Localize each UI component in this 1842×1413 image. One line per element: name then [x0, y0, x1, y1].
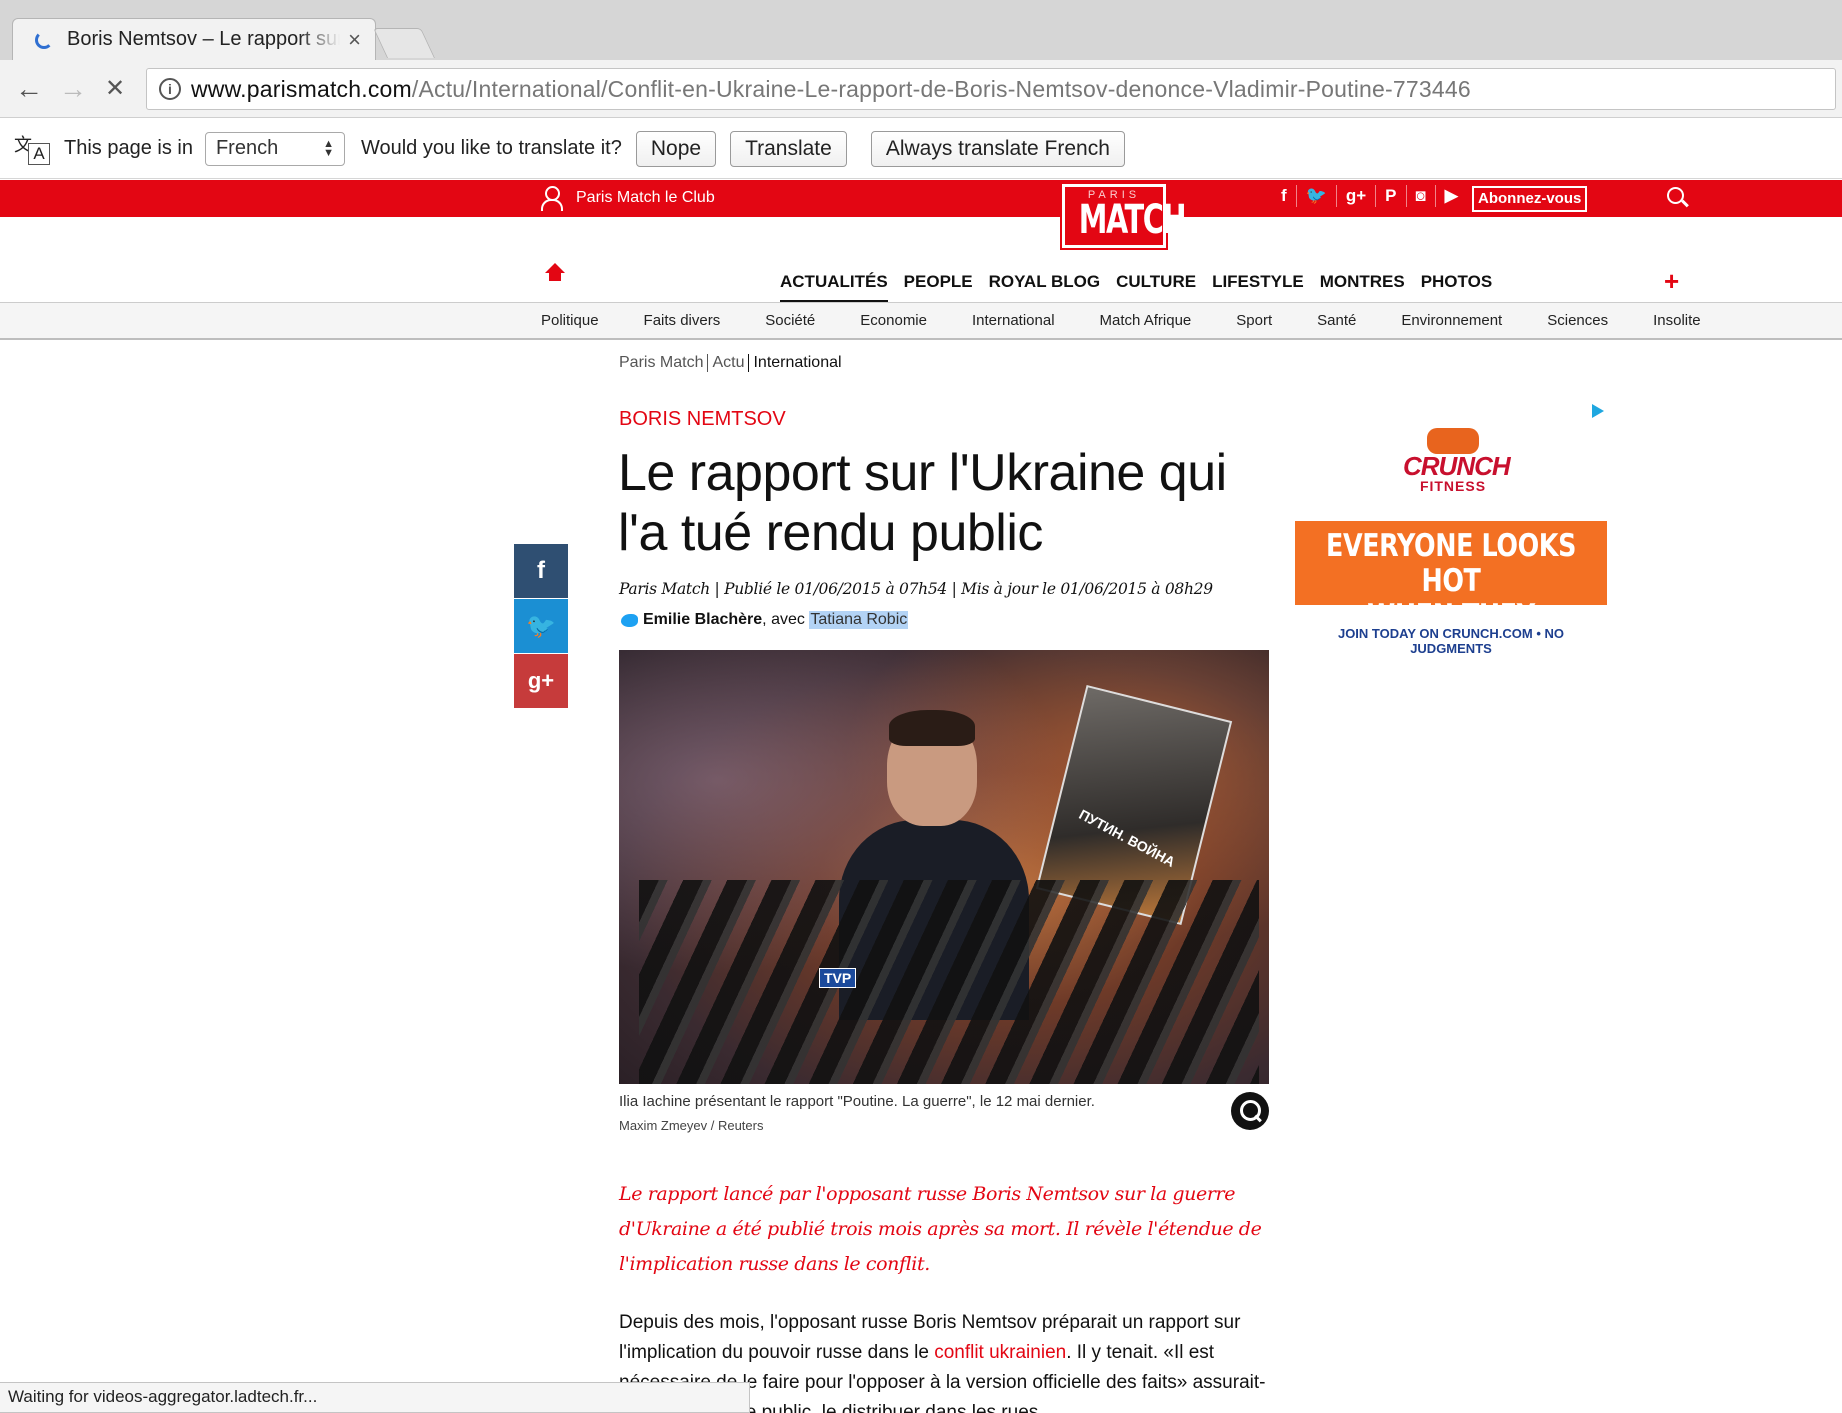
author-link[interactable]: Emilie Blachère: [643, 611, 762, 629]
ad-line-1: EVERYONE LOOKS HOT: [1326, 528, 1576, 599]
nav-item-culture[interactable]: CULTURE: [1116, 272, 1196, 300]
ad-brand: CRUNCH: [1403, 451, 1511, 481]
share-facebook-button[interactable]: f: [514, 544, 568, 598]
subnav-item[interactable]: Environnement: [1401, 312, 1502, 329]
instagram-icon[interactable]: ◙: [1407, 185, 1436, 207]
nav-item-photos[interactable]: PHOTOS: [1421, 272, 1492, 300]
sub-nav: Politique Faits divers Société Economie …: [0, 302, 1842, 340]
article-headline: Le rapport sur l'Ukraine qui l'a tué ren…: [618, 444, 1227, 562]
twitter-bird-icon: [621, 613, 638, 627]
youtube-icon[interactable]: ▶: [1436, 185, 1467, 207]
photo-caption: Ilia Iachine présentant le rapport "Pout…: [619, 1093, 1095, 1110]
nav-item-actualites[interactable]: ACTUALITÉS: [780, 272, 888, 303]
club-link[interactable]: Paris Match le Club: [540, 186, 715, 211]
plus-icon[interactable]: +: [1664, 266, 1679, 297]
loading-spinner-icon: [35, 30, 53, 49]
article-lead: Le rapport lancé par l'opposant russe Bo…: [619, 1183, 1262, 1275]
article-photo[interactable]: ПУТИН. ВОЙНА TVP: [619, 650, 1269, 1084]
breadcrumb-item[interactable]: Actu: [707, 354, 748, 372]
photo-person-hair: [889, 710, 975, 746]
url-path: /Actu/International/Conflit-en-Ukraine-L…: [411, 75, 1471, 102]
site-logo[interactable]: PARIS MATCH: [1060, 182, 1187, 250]
info-icon[interactable]: i: [159, 78, 181, 100]
subnav-item[interactable]: Faits divers: [644, 312, 721, 329]
tab-close-icon[interactable]: ×: [348, 27, 361, 53]
nav-item-montres[interactable]: MONTRES: [1320, 272, 1405, 300]
site-top-bar: Paris Match le Club f 🐦 g+ P ◙ ▶ Abonnez…: [0, 180, 1842, 217]
tab-strip: Boris Nemtsov – Le rapport sur l'Ukraine…: [0, 0, 1842, 60]
browser-tab[interactable]: Boris Nemtsov – Le rapport sur l'Ukraine…: [12, 18, 376, 60]
always-translate-button[interactable]: Always translate French: [870, 130, 1125, 167]
logo-main-text: MATCH: [1078, 197, 1187, 243]
subnav-item[interactable]: International: [972, 312, 1055, 329]
subnav-item[interactable]: Santé: [1317, 312, 1356, 329]
status-bubble: Waiting for videos-aggregator.ladtech.fr…: [0, 1382, 750, 1413]
address-bar[interactable]: i www.parismatch.com/Actu/International/…: [146, 68, 1836, 110]
language-select-value: French: [215, 137, 279, 159]
translate-bar: 文 A This page is in French ▲ ▼ Would you …: [0, 119, 1842, 179]
club-label: Paris Match le Club: [576, 189, 715, 206]
search-icon[interactable]: [1667, 187, 1684, 204]
breadcrumb: Paris Match Actu International: [619, 354, 846, 372]
browser-toolbar: ← → ✕ i www.parismatch.com/Actu/Internat…: [0, 60, 1842, 118]
co-author: Tatiana Robic: [809, 611, 909, 629]
language-select[interactable]: French ▲ ▼: [204, 131, 345, 166]
subnav-item[interactable]: Insolite: [1653, 312, 1701, 329]
url-host: www.parismatch.com: [191, 75, 412, 102]
main-nav-links: ACTUALITÉS PEOPLE ROYAL BLOG CULTURE LIF…: [780, 272, 1508, 303]
nav-item-people[interactable]: PEOPLE: [904, 272, 973, 300]
author-separator: , avec: [762, 611, 810, 628]
translate-icon-letter: A: [28, 142, 50, 165]
adchoices-icon[interactable]: [1592, 404, 1604, 418]
breadcrumb-current[interactable]: International: [748, 354, 845, 372]
photo-mic-label: TVP: [819, 968, 857, 988]
subnav-item[interactable]: Société: [765, 312, 815, 329]
stop-icon[interactable]: ✕: [98, 72, 132, 106]
translate-question: Would you like to translate it?: [360, 137, 622, 159]
share-googleplus-button[interactable]: g+: [514, 654, 568, 708]
article-kicker[interactable]: BORIS NEMTSOV: [619, 408, 786, 431]
photo-microphones: [639, 880, 1259, 1084]
article-meta: Paris Match | Publié le 01/06/2015 à 07h…: [619, 580, 1213, 598]
share-twitter-button[interactable]: 🐦: [514, 599, 568, 653]
googleplus-icon[interactable]: g+: [1337, 185, 1377, 207]
home-icon[interactable]: [545, 263, 565, 288]
twitter-icon[interactable]: 🐦: [1297, 185, 1337, 207]
facebook-icon[interactable]: f: [1272, 185, 1297, 207]
subnav-item[interactable]: Economie: [860, 312, 927, 329]
translate-button[interactable]: Translate: [730, 130, 847, 167]
subnav-item[interactable]: Sciences: [1547, 312, 1608, 329]
nope-button[interactable]: Nope: [635, 130, 717, 167]
ad-logo[interactable]: CRUNCH FITNESS: [1403, 428, 1511, 506]
sub-nav-links: Politique Faits divers Société Economie …: [541, 312, 1746, 329]
social-links: f 🐦 g+ P ◙ ▶: [1272, 185, 1467, 207]
breadcrumb-item[interactable]: Paris Match: [619, 354, 707, 372]
subnav-item[interactable]: Match Afrique: [1100, 312, 1192, 329]
back-icon[interactable]: ←: [12, 72, 46, 106]
new-tab-button[interactable]: [373, 28, 435, 58]
translate-icon: 文 A: [14, 129, 54, 169]
ad-tagline[interactable]: JOIN TODAY ON CRUNCH.COM • NO JUDGMENTS: [1300, 626, 1602, 656]
article-authors: Emilie Blachère , avec Tatiana Robic: [621, 611, 909, 629]
tab-title: Boris Nemtsov – Le rapport sur l'Ukraine: [67, 28, 340, 50]
nav-item-royal-blog[interactable]: ROYAL BLOG: [989, 272, 1100, 300]
zoom-icon[interactable]: [1231, 1092, 1269, 1130]
translate-prefix: This page is in: [64, 137, 193, 159]
forward-icon[interactable]: →: [56, 72, 90, 106]
photo-credit: Maxim Zmeyev / Reuters: [619, 1118, 764, 1133]
url-text: www.parismatch.com/Actu/International/Co…: [191, 76, 1471, 103]
pinterest-icon[interactable]: P: [1376, 185, 1407, 207]
select-arrows-icon: ▲ ▼: [323, 137, 334, 159]
nav-item-lifestyle[interactable]: LIFESTYLE: [1212, 272, 1304, 300]
subnav-item[interactable]: Sport: [1236, 312, 1272, 329]
subnav-item[interactable]: Politique: [541, 312, 599, 329]
conflit-ukrainien-link[interactable]: conflit ukrainien: [934, 1342, 1066, 1363]
subscribe-button[interactable]: Abonnez-vous: [1472, 186, 1588, 212]
main-nav: ACTUALITÉS PEOPLE ROYAL BLOG CULTURE LIF…: [0, 262, 1842, 303]
user-icon: [540, 186, 563, 211]
ad-banner[interactable]: EVERYONE LOOKS HOT WHEN THEY SWEAT: [1295, 521, 1607, 669]
